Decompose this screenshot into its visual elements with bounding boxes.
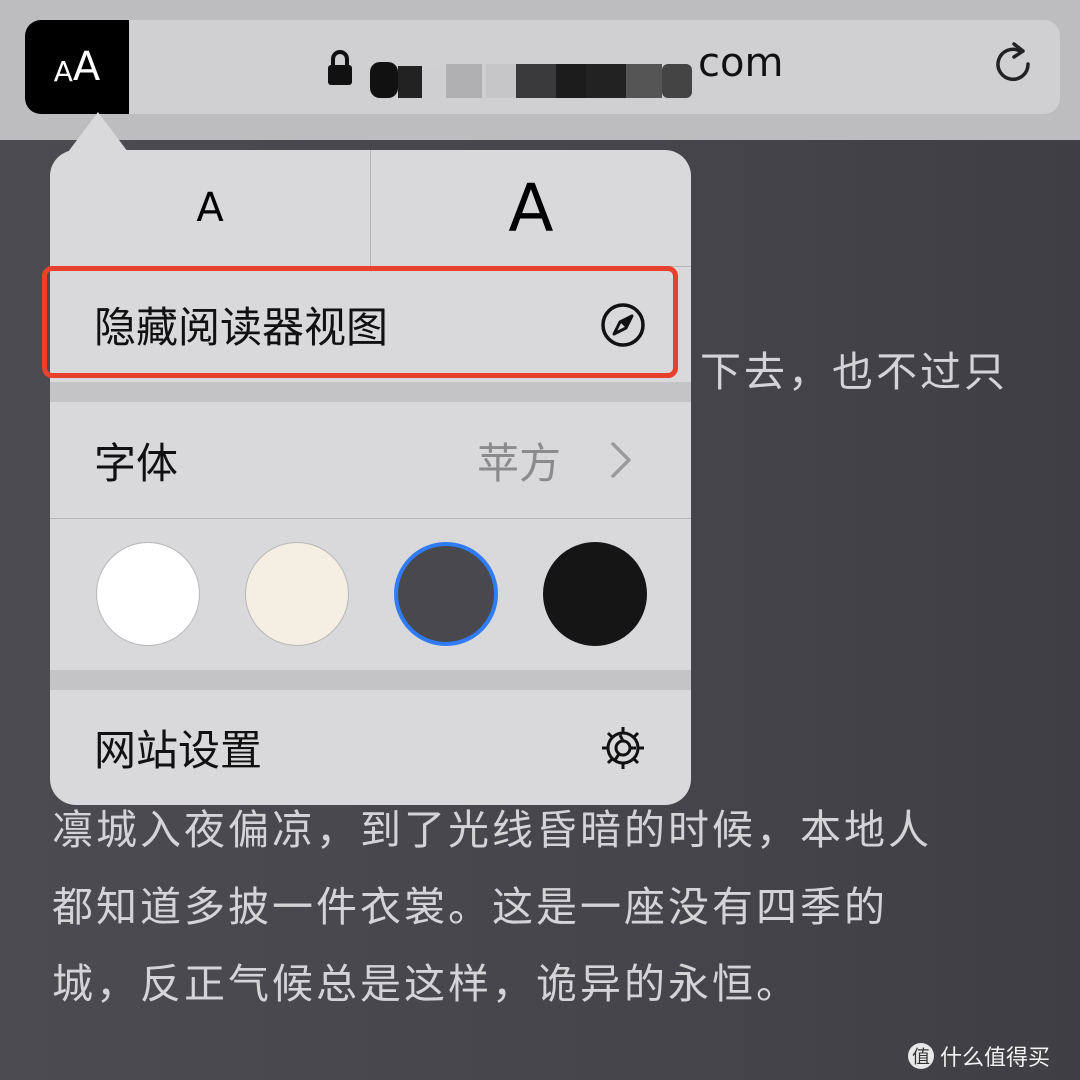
reader-format-button[interactable]: A A bbox=[25, 20, 129, 114]
reader-options-popover: A A 隐藏阅读器视图 字体 苹方 网站设置 bbox=[50, 150, 691, 805]
font-size-row: A A bbox=[50, 150, 691, 266]
theme-black-swatch[interactable] bbox=[543, 542, 647, 646]
watermark-badge: 值 bbox=[907, 1043, 934, 1069]
lock-icon bbox=[328, 50, 352, 85]
redacted-url bbox=[370, 62, 692, 98]
font-row[interactable]: 字体 苹方 bbox=[50, 402, 691, 518]
section-separator bbox=[50, 670, 691, 690]
browser-toolbar: A A com bbox=[0, 0, 1080, 140]
increase-font-button[interactable]: A bbox=[371, 150, 691, 266]
aa-small-glyph: A bbox=[53, 54, 73, 88]
section-separator bbox=[50, 382, 691, 402]
popover-arrow bbox=[68, 112, 128, 152]
decrease-font-button[interactable]: A bbox=[50, 150, 370, 266]
theme-sepia-swatch[interactable] bbox=[245, 542, 349, 646]
reload-icon[interactable] bbox=[992, 42, 1036, 88]
font-value: 苹方 bbox=[476, 438, 561, 488]
reader-text-line: 城，反正气候总是这样，诡异的永恒。 bbox=[52, 960, 800, 1008]
theme-gray-swatch[interactable] bbox=[394, 542, 498, 646]
chevron-right-icon bbox=[611, 442, 631, 478]
theme-white-swatch[interactable] bbox=[96, 542, 200, 646]
watermark: 值 什么值得买 bbox=[907, 1040, 1050, 1072]
gear-icon bbox=[602, 726, 644, 769]
address-bar[interactable]: A A com bbox=[25, 20, 1060, 114]
reader-text-line: 凛城入夜偏凉，到了光线昏暗的时候，本地人 bbox=[52, 806, 932, 854]
reader-text-line: 下去，也不过只 bbox=[700, 348, 1008, 396]
website-settings-label: 网站设置 bbox=[94, 726, 263, 775]
aa-large-glyph: A bbox=[72, 44, 101, 90]
font-label: 字体 bbox=[94, 438, 179, 488]
website-settings-row[interactable]: 网站设置 bbox=[50, 690, 691, 805]
reader-text-line: 都知道多披一件衣裳。这是一座没有四季的 bbox=[52, 883, 888, 931]
divider bbox=[50, 518, 691, 519]
watermark-text: 什么值得买 bbox=[939, 1046, 1050, 1071]
url-text: com bbox=[698, 40, 784, 86]
highlight-box bbox=[42, 266, 678, 378]
